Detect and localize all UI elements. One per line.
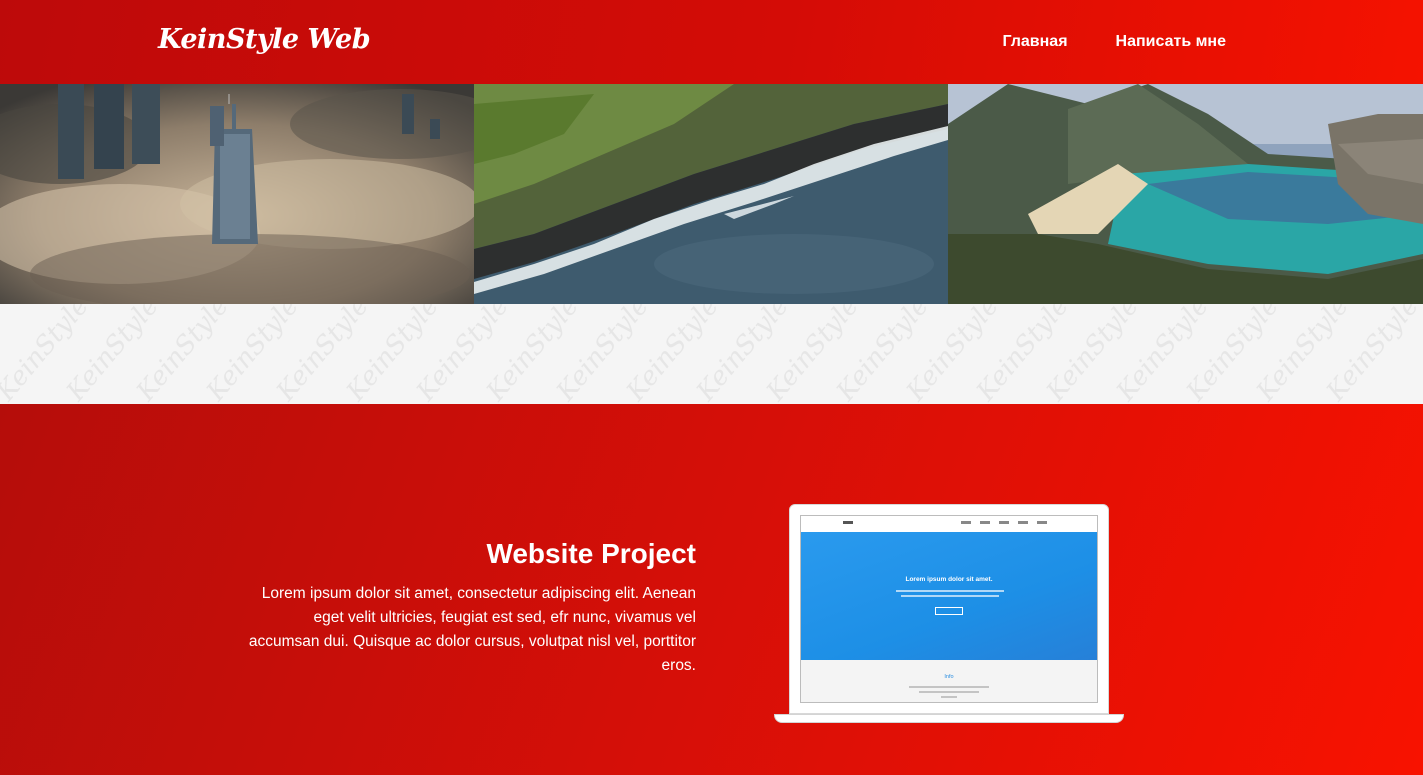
screen-nav	[961, 521, 1047, 524]
photo-mountain-bay[interactable]	[948, 84, 1423, 304]
nav-link-contact[interactable]: Написать мне	[1116, 33, 1226, 51]
screen-hero-title: Lorem ipsum dolor sit amet.	[905, 576, 993, 583]
site-logo[interactable]: KeinStyle Web	[158, 24, 371, 55]
laptop-base	[774, 714, 1124, 723]
laptop-screen: Lorem ipsum dolor sit amet. Info	[800, 515, 1098, 703]
screen-nav-item	[961, 521, 971, 524]
photo-coastline[interactable]	[474, 84, 948, 304]
main-nav: Главная Написать мне	[1002, 33, 1226, 51]
screen-nav-item	[980, 521, 990, 524]
site-header: KeinStyle Web Главная Написать мне	[0, 0, 1423, 84]
screen-info-line	[909, 686, 989, 688]
screen-logo	[843, 521, 853, 524]
screen-info-line	[919, 691, 979, 693]
laptop-mockup: Lorem ipsum dolor sit amet. Info	[774, 504, 1124, 724]
screen-nav-item	[999, 521, 1009, 524]
screen-hero-line	[901, 595, 999, 597]
screen-hero-line	[896, 590, 1004, 592]
screen-hero-button	[935, 607, 963, 615]
screen-nav-item	[1037, 521, 1047, 524]
project-description: Lorem ipsum dolor sit amet, consectetur …	[248, 585, 696, 674]
screen-nav-item	[1018, 521, 1028, 524]
photo-city-clouds[interactable]	[0, 84, 474, 304]
screen-topbar	[801, 516, 1097, 532]
project-section: Website Project Lorem ipsum dolor sit am…	[0, 404, 1423, 775]
nav-link-home[interactable]: Главная	[1002, 33, 1067, 51]
project-title: Website Project	[486, 538, 696, 569]
screen-hero: Lorem ipsum dolor sit amet.	[801, 532, 1097, 660]
screen-info-line	[941, 696, 957, 698]
screen-info-title: Info	[944, 674, 954, 680]
photo-gallery	[0, 84, 1423, 304]
laptop-lid: Lorem ipsum dolor sit amet. Info	[789, 504, 1109, 714]
watermark-band: KeinStyle KeinStyle KeinStyle KeinStyle …	[0, 304, 1423, 404]
